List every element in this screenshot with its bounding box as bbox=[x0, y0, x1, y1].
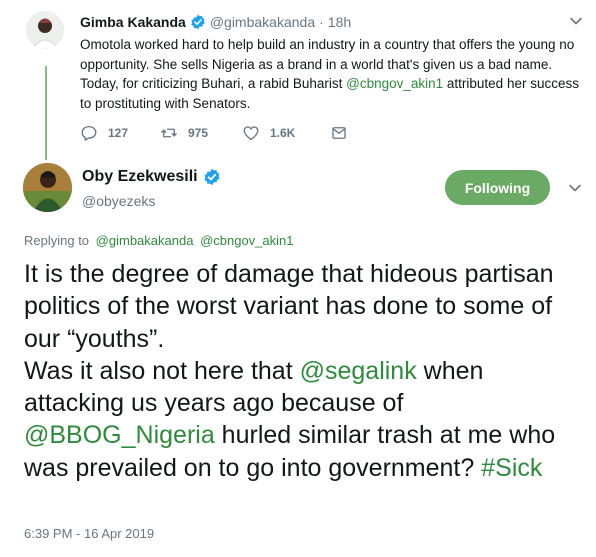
main-display-name[interactable]: Oby Ezekwesili bbox=[82, 168, 198, 186]
replying-to-line: Replying to @gimbakakanda @cbngov_akin1 bbox=[24, 233, 294, 248]
parent-tweet-text: Omotola worked hard to help build an ind… bbox=[80, 35, 585, 113]
retweet-count: 975 bbox=[188, 126, 209, 140]
parent-tweet-header: Gimba Kakanda @gimbakakanda · 18h bbox=[80, 12, 585, 32]
parent-display-name[interactable]: Gimba Kakanda bbox=[80, 14, 186, 30]
verified-badge-icon bbox=[191, 14, 205, 30]
parent-author-avatar[interactable] bbox=[26, 11, 64, 49]
verified-badge-icon bbox=[204, 168, 220, 186]
retweet-button[interactable]: 975 bbox=[160, 124, 242, 142]
chevron-down-icon[interactable] bbox=[568, 181, 582, 195]
hashtag-link[interactable]: #Sick bbox=[481, 454, 542, 482]
tweet-timestamp[interactable]: 6:39 PM - 16 Apr 2019 bbox=[24, 526, 154, 541]
reply-button[interactable]: 127 bbox=[80, 124, 160, 142]
replying-to-mention[interactable]: @cbngov_akin1 bbox=[200, 233, 293, 248]
mention-link[interactable]: @segalink bbox=[300, 357, 417, 385]
main-author-name-row: Oby Ezekwesili bbox=[82, 168, 225, 186]
tweet-text-segment: Was it also not here that bbox=[24, 356, 300, 385]
like-count: 1.6K bbox=[270, 126, 296, 140]
parent-action-bar: 127 975 1.6K bbox=[80, 124, 358, 142]
parent-tweet: Gimba Kakanda @gimbakakanda · 18h Omotol… bbox=[80, 12, 585, 113]
envelope-icon bbox=[332, 127, 346, 139]
heart-icon bbox=[243, 126, 259, 141]
retweet-icon bbox=[161, 128, 177, 138]
header-separator: · bbox=[319, 14, 324, 30]
main-handle[interactable]: @obyezeks bbox=[82, 193, 155, 209]
parent-tweet-age[interactable]: 18h bbox=[328, 14, 351, 30]
tweet-text-segment: It is the degree of damage that hideous … bbox=[24, 260, 554, 353]
like-button[interactable]: 1.6K bbox=[242, 124, 330, 142]
reply-count: 127 bbox=[108, 126, 129, 140]
following-button[interactable]: Following bbox=[445, 170, 550, 205]
main-tweet-text: It is the degree of damage that hideous … bbox=[24, 258, 589, 484]
thread-connector-line bbox=[45, 66, 47, 160]
reply-icon bbox=[81, 125, 97, 141]
mention-link[interactable]: @cbngov_akin1 bbox=[346, 76, 443, 91]
parent-handle[interactable]: @gimbakakanda bbox=[210, 14, 315, 30]
direct-message-button[interactable] bbox=[330, 124, 358, 142]
replying-to-mention[interactable]: @gimbakakanda bbox=[96, 233, 194, 248]
chevron-down-icon[interactable] bbox=[569, 14, 583, 28]
replying-to-label: Replying to bbox=[24, 233, 90, 248]
mention-link[interactable]: @BBOG_Nigeria bbox=[24, 421, 215, 449]
main-author-avatar[interactable] bbox=[23, 163, 72, 212]
